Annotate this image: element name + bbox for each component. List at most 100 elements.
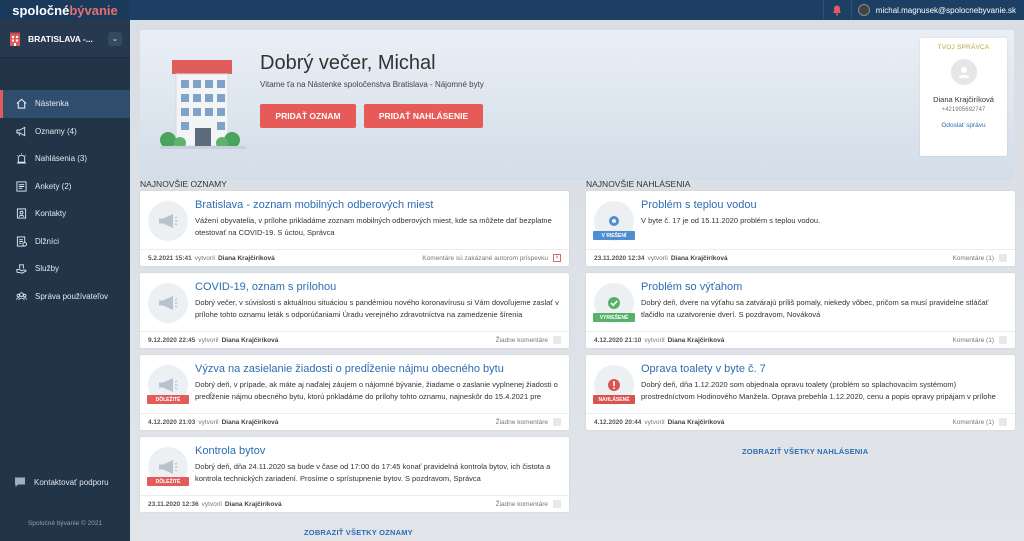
created-by-label: vytvoril — [201, 500, 222, 508]
status-badge: NAHLÁSENÉ — [593, 395, 635, 404]
main-content: Dobrý večer, Michal Vitame ťa na Nástenk… — [130, 20, 1024, 541]
date: 23.11.2020 12:36 — [148, 500, 199, 508]
sidebar-item-polls[interactable]: Ankety (2) — [0, 173, 130, 201]
user-menu[interactable]: michal.magnusek@spolocnebyvanie.sk — [850, 0, 1024, 20]
date: 9.12.2020 22:45 — [148, 336, 196, 344]
card-footer: 4.12.2020 21:03 vytvoril Diana Krajčirík… — [140, 413, 569, 430]
home-icon — [14, 98, 28, 110]
important-badge: DÔLEŽITÉ — [147, 477, 189, 486]
copyright: Spoločné bývanie © 2021 — [27, 520, 103, 527]
sidebar-item-dashboard[interactable]: Nástenka — [0, 90, 130, 118]
created-by-label: vytvoril — [644, 418, 665, 426]
author: Diana Krajčiríková — [217, 254, 275, 262]
show-all-announcements-link[interactable]: ZOBRAZIŤ VŠETKY OZNAMY — [304, 528, 413, 537]
comment-icon — [553, 500, 561, 508]
author: Diana Krajčiríková — [670, 254, 728, 262]
manager-label: TVOJ SPRÁVCA — [937, 44, 990, 51]
sidebar-item-announcements[interactable]: Oznamy (4) — [0, 118, 130, 146]
show-all-reports-link[interactable]: ZOBRAZIŤ VŠETKY NAHLÁSENIA — [742, 447, 868, 456]
send-message-link[interactable]: Odoslať správu — [920, 122, 1007, 129]
comment-icon — [553, 418, 561, 426]
report-card[interactable]: NAHLÁSENÉ Oprava toalety v byte č. 7 Dob… — [586, 355, 1015, 430]
date: 5.2.2021 15:41 — [148, 254, 192, 262]
comments-status: Žiadne komentáre — [495, 418, 548, 426]
sidebar: BRATISLAVA -... ⌄ Nástenka Oznamy (4) Na… — [0, 20, 130, 541]
avatar — [857, 4, 870, 16]
manager-name: Diana Krajčiríková — [933, 95, 994, 104]
comments-status: Žiadne komentáre — [495, 500, 548, 508]
report-title[interactable]: Problém so výťahom — [641, 281, 742, 293]
comments-count[interactable]: Komentáre (1) — [952, 419, 994, 426]
comments-status: Komentáre sú zakázané autorom príspevku — [422, 254, 548, 262]
card-footer: 5.2.2021 15:41 vytvoril Diana Krajčiríko… — [140, 249, 569, 266]
megaphone-icon — [148, 201, 188, 241]
sidebar-item-user-management[interactable]: Správa používateľov — [0, 283, 130, 311]
sidebar-item-debtors[interactable]: Dlžníci — [0, 228, 130, 256]
author: Diana Krajčiríková — [224, 500, 282, 508]
services-icon — [14, 263, 28, 275]
announcement-card[interactable]: DÔLEŽITÉ Výzva na zasielanie žiadosti o … — [140, 355, 569, 430]
sidebar-item-label: Správa používateľov — [35, 291, 109, 301]
notification-bell-icon[interactable] — [822, 0, 851, 20]
manager-card: TVOJ SPRÁVCA Diana Krajčiríková +4219056… — [920, 38, 1007, 156]
user-email: michal.magnusek@spolocnebyvanie.sk — [875, 5, 1016, 15]
report-title[interactable]: Oprava toalety v byte č. 7 — [641, 363, 766, 375]
reports-heading: NAJNOVŠIE NAHLÁSENIA — [586, 179, 691, 189]
report-text: V byte č. 17 je od 15.11.2020 problém s … — [641, 216, 821, 225]
comments-status: Žiadne komentáre — [495, 336, 548, 344]
contact-support-link[interactable]: Kontaktovať podporu — [14, 476, 109, 488]
app-logo[interactable]: spoločné bývanie — [0, 0, 130, 20]
card-footer: 9.12.2020 22:45 vytvoril Diana Krajčirík… — [140, 331, 569, 348]
announcement-title[interactable]: COVID-19, oznam s prílohou — [195, 281, 336, 293]
report-card[interactable]: V RIEŠENÍ Problém s teplou vodou V byte … — [586, 191, 1015, 266]
debtors-icon — [14, 235, 28, 247]
chevron-down-icon[interactable]: ⌄ — [108, 31, 122, 46]
author: Diana Krajčiríková — [221, 336, 279, 344]
important-badge: DÔLEŽITÉ — [147, 395, 189, 404]
manager-phone: +421905692747 — [941, 107, 986, 113]
alarm-icon — [14, 153, 28, 165]
sidebar-item-contacts[interactable]: Kontakty — [0, 200, 130, 228]
announcement-card[interactable]: Bratislava - zoznam mobilných odberových… — [140, 191, 569, 266]
report-text: Dobrý deň, dňa 1.12.2020 som objednala o… — [641, 380, 996, 401]
author: Diana Krajčiríková — [667, 418, 725, 426]
created-by-label: vytvoril — [194, 254, 215, 262]
welcome-panel: Dobrý večer, Michal Vitame ťa na Nástenk… — [140, 30, 1014, 180]
created-by-label: vytvoril — [644, 336, 665, 344]
sidebar-item-services[interactable]: Služby — [0, 255, 130, 283]
date: 4.12.2020 20:44 — [594, 418, 642, 426]
announcement-title[interactable]: Kontrola bytov — [195, 445, 265, 457]
announcement-title[interactable]: Bratislava - zoznam mobilných odberových… — [195, 199, 433, 211]
announcement-card[interactable]: DÔLEŽITÉ Kontrola bytov Dobrý deň, dňa 2… — [140, 437, 569, 512]
comment-icon — [999, 336, 1007, 344]
add-report-button[interactable]: PRIDAŤ NAHLÁSENIE — [364, 104, 483, 128]
announcement-card[interactable]: COVID-19, oznam s prílohou Dobrý večer, … — [140, 273, 569, 348]
community-name: BRATISLAVA -... — [28, 33, 93, 44]
announcement-title[interactable]: Výzva na zasielanie žiadosti o predĺženi… — [195, 363, 504, 375]
add-announcement-button[interactable]: PRIDAŤ OZNAM — [260, 104, 356, 128]
report-title[interactable]: Problém s teplou vodou — [641, 199, 757, 211]
building-icon — [10, 32, 20, 46]
chat-icon — [15, 477, 25, 487]
sidebar-item-reports[interactable]: Nahlásenia (3) — [0, 145, 130, 173]
comments-disabled-icon: × — [553, 254, 561, 262]
sidebar-item-label: Kontakty — [35, 209, 67, 219]
date: 23.11.2020 12:34 — [594, 254, 645, 262]
card-footer: 23.11.2020 12:36 vytvoril Diana Krajčirí… — [140, 495, 569, 512]
welcome-subtitle: Vitame ťa na Nástenke spoločenstva Brati… — [260, 80, 484, 89]
users-icon — [14, 290, 28, 302]
status-badge: VYRIEŠENÉ — [593, 313, 635, 322]
report-card[interactable]: VYRIEŠENÉ Problém so výťahom Dobrý deň, … — [586, 273, 1015, 348]
comments-count[interactable]: Komentáre (1) — [952, 337, 994, 344]
community-selector[interactable]: BRATISLAVA -... ⌄ — [0, 20, 130, 58]
sidebar-item-label: Nahlásenia (3) — [35, 154, 88, 164]
sidebar-item-label: Dlžníci — [35, 236, 60, 246]
sidebar-item-label: Služby — [35, 264, 60, 274]
megaphone-icon — [14, 125, 28, 137]
comments-count[interactable]: Komentáre (1) — [952, 255, 994, 262]
created-by-label: vytvoril — [647, 254, 668, 262]
megaphone-icon — [148, 283, 188, 323]
comment-icon — [999, 254, 1007, 262]
announcement-text: Dobrý večer, v súvislosti s aktuálnou si… — [195, 298, 559, 319]
support-label: Kontaktovať podporu — [34, 477, 109, 487]
